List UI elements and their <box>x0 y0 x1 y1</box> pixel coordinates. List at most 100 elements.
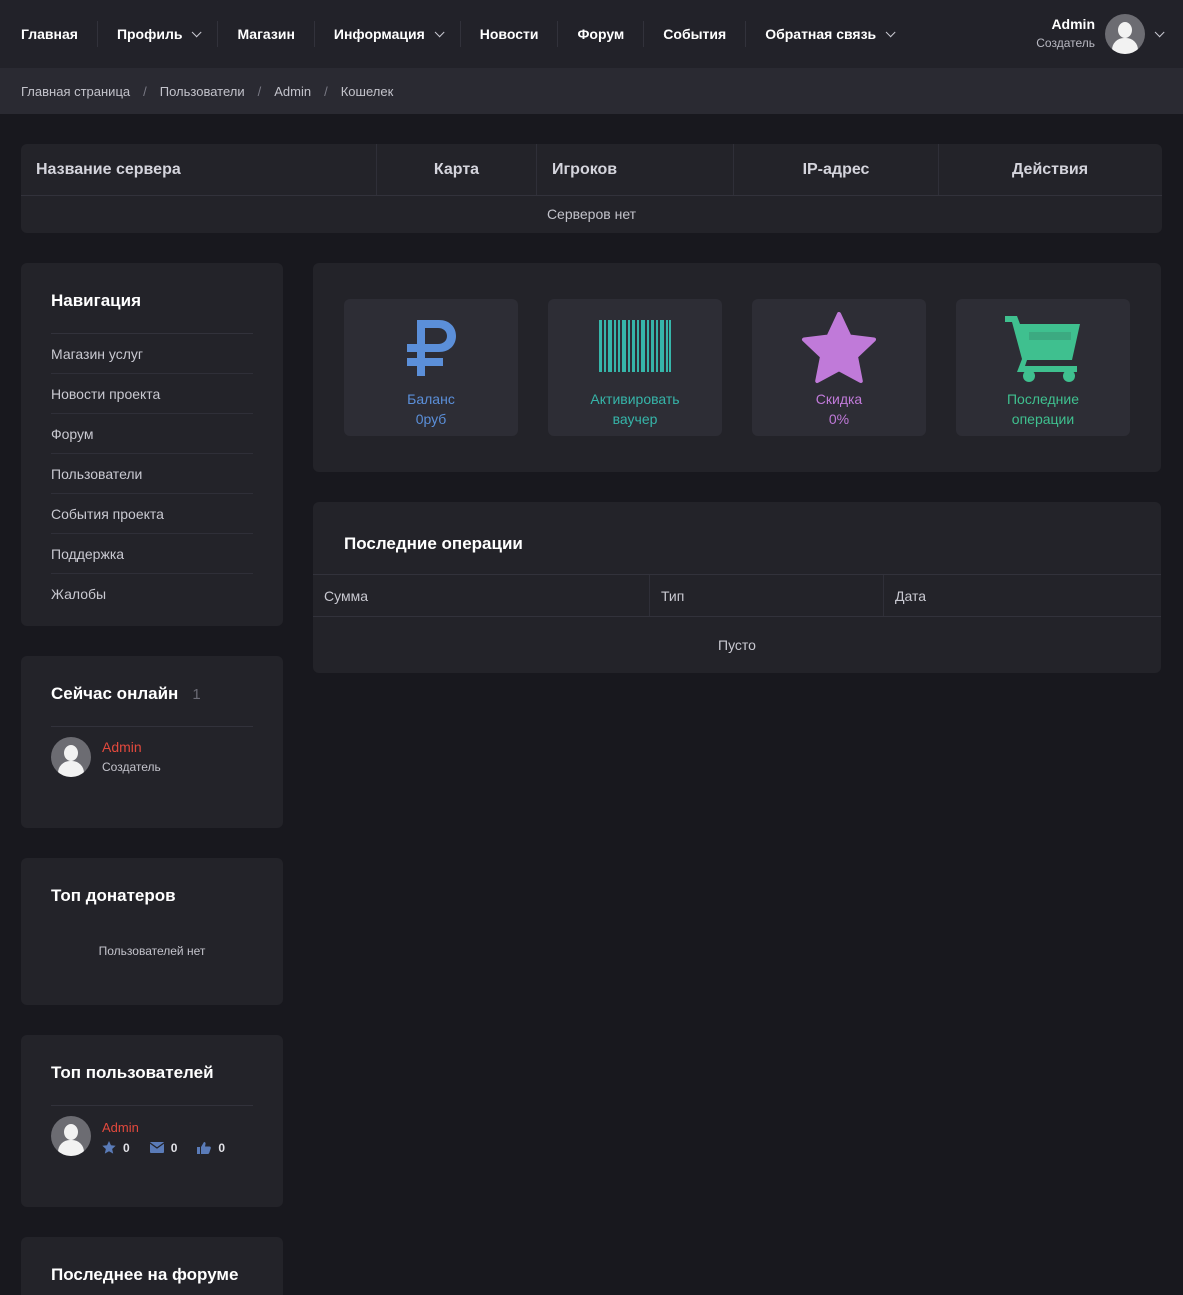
wallet-operations-label: Последние операции <box>1007 389 1079 429</box>
col-ip: IP-адрес <box>734 144 939 195</box>
wallet-voucher-title: Активировать <box>590 391 680 407</box>
nav-events[interactable]: События <box>644 0 745 68</box>
sidebar: Навигация Магазин услуг Новости проекта … <box>21 263 283 1295</box>
breadcrumb-separator: / <box>257 83 262 99</box>
stat-stars-value: 0 <box>123 1140 130 1155</box>
online-user[interactable]: Admin Создатель <box>51 727 253 777</box>
operations-title: Последние операции <box>313 502 1161 575</box>
envelope-icon <box>149 1142 164 1153</box>
breadcrumb-separator: / <box>324 83 328 99</box>
user-menu-text: Admin Создатель <box>1036 15 1095 53</box>
navigation-list: Магазин услуг Новости проекта Форум Поль… <box>51 334 253 614</box>
forum-latest-title: Последнее на форуме <box>51 1265 239 1284</box>
top-user-info: Admin 0 0 0 <box>102 1118 245 1155</box>
breadcrumb-admin[interactable]: Admin <box>274 84 311 99</box>
main-content: Баланс 0руб Активировать ваучер Скидка 0… <box>313 263 1161 1295</box>
navigation-card: Навигация Магазин услуг Новости проекта … <box>21 263 283 626</box>
servers-table: Название сервера Карта Игроков IP-адрес … <box>21 144 1162 233</box>
stat-messages: 0 <box>149 1140 178 1155</box>
avatar[interactable] <box>51 1116 91 1156</box>
avatar[interactable] <box>51 737 91 777</box>
online-user-info: Admin Создатель <box>102 737 161 777</box>
user-name: Admin <box>1051 16 1095 32</box>
col-amount: Сумма <box>313 575 650 616</box>
navigation-title: Навигация <box>51 291 253 334</box>
col-date: Дата <box>895 587 927 604</box>
online-user-name[interactable]: Admin <box>102 737 161 757</box>
nav-forum[interactable]: Форум <box>558 0 643 68</box>
col-type: Тип <box>650 575 884 616</box>
nav-feedback[interactable]: Обратная связь <box>746 0 911 68</box>
nav-label: Форум <box>577 26 625 42</box>
chevron-down-icon <box>192 26 203 37</box>
sidebar-item-news[interactable]: Новости проекта <box>51 374 253 414</box>
nav-home[interactable]: Главная <box>21 0 97 68</box>
top-user-name[interactable]: Admin <box>102 1118 245 1138</box>
ruble-icon <box>403 311 459 385</box>
top-navbar: Главная Профиль Магазин Информация Новос… <box>0 0 1183 68</box>
nav-label: Информация <box>333 26 425 42</box>
online-count: 1 <box>192 686 201 703</box>
operations-panel: Последние операции Сумма Тип Дата Пусто <box>313 502 1161 673</box>
wallet-voucher-label: Активировать ваучер <box>590 389 679 429</box>
wallet-operations-subtitle: операции <box>1011 411 1075 427</box>
wallet-operations-card[interactable]: Последние операции <box>956 299 1130 436</box>
wallet-voucher-subtitle: ваучер <box>612 411 658 427</box>
top-donors-card: Топ донатеров Пользователей нет <box>21 858 283 1005</box>
star-icon <box>102 1141 116 1154</box>
chevron-down-icon <box>885 26 896 37</box>
wallet-discount-title: Скидка <box>815 391 863 407</box>
sidebar-item-forum[interactable]: Форум <box>51 414 253 454</box>
breadcrumb-current: Кошелек <box>340 83 394 99</box>
sidebar-item-shop[interactable]: Магазин услуг <box>51 334 253 374</box>
wallet-panel: Баланс 0руб Активировать ваучер Скидка 0… <box>313 263 1161 472</box>
wallet-discount-card[interactable]: Скидка 0% <box>752 299 926 436</box>
nav-profile[interactable]: Профиль <box>98 0 218 68</box>
user-menu[interactable]: Admin Создатель <box>1036 0 1165 68</box>
stat-likes: 0 <box>197 1141 225 1155</box>
stat-likes-value: 0 <box>218 1140 226 1155</box>
nav-info[interactable]: Информация <box>315 0 460 68</box>
wallet-balance-card[interactable]: Баланс 0руб <box>344 299 518 436</box>
col-server-name: Название сервера <box>21 144 377 195</box>
wallet-voucher-card[interactable]: Активировать ваучер <box>548 299 722 436</box>
nav-label: События <box>663 26 727 42</box>
wallet-balance-label: Баланс 0руб <box>407 389 455 429</box>
stat-messages-value: 0 <box>170 1140 178 1155</box>
forum-latest-card: Последнее на форуме <box>21 1237 283 1295</box>
online-title-text: Сейчас онлайн <box>51 684 179 703</box>
wallet-discount-label: Скидка 0% <box>816 389 862 429</box>
star-icon <box>801 311 877 385</box>
sidebar-item-support[interactable]: Поддержка <box>51 534 253 574</box>
top-users-card: Топ пользователей Admin 0 0 0 <box>21 1035 283 1207</box>
breadcrumb-users[interactable]: Пользователи <box>160 84 245 99</box>
barcode-icon <box>599 311 671 385</box>
operations-empty: Пусто <box>718 637 756 653</box>
nav-label: Магазин <box>237 26 295 42</box>
avatar[interactable] <box>1105 14 1145 54</box>
thumbs-up-icon <box>197 1141 212 1154</box>
nav-shop[interactable]: Магазин <box>218 0 313 68</box>
chevron-down-icon[interactable] <box>1154 26 1165 37</box>
wallet-operations-title: Последние <box>1006 391 1079 407</box>
user-role: Создатель <box>1036 36 1095 50</box>
top-user-stats: 0 0 0 <box>102 1141 245 1155</box>
nav-news[interactable]: Новости <box>461 0 558 68</box>
online-user-role: Создатель <box>102 760 161 774</box>
breadcrumb-home[interactable]: Главная страница <box>21 84 130 99</box>
top-users-title: Топ пользователей <box>51 1063 253 1106</box>
cart-icon <box>1003 311 1083 385</box>
nav-label: Профиль <box>116 26 183 42</box>
sidebar-item-users[interactable]: Пользователи <box>51 454 253 494</box>
wallet-discount-value: 0% <box>828 411 850 427</box>
col-players: Игроков <box>537 144 734 195</box>
wallet-balance-title: Баланс <box>407 391 455 407</box>
nav-label: Главная <box>21 26 78 42</box>
sidebar-item-events[interactable]: События проекта <box>51 494 253 534</box>
servers-table-header: Название сервера Карта Игроков IP-адрес … <box>21 144 1162 196</box>
nav-label: Обратная связь <box>765 26 877 42</box>
top-donors-empty: Пользователей нет <box>98 944 206 958</box>
sidebar-item-complaints[interactable]: Жалобы <box>51 574 253 614</box>
stat-stars: 0 <box>102 1141 130 1155</box>
top-user[interactable]: Admin 0 0 0 <box>51 1106 253 1156</box>
